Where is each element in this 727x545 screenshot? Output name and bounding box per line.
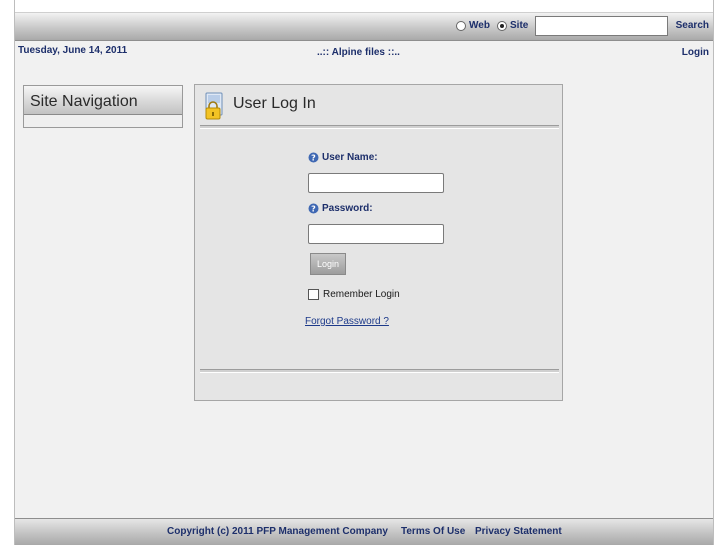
current-date: Tuesday, June 14, 2011 [18,45,128,56]
radio-site[interactable] [497,20,507,31]
login-panel-title: User Log In [233,95,316,112]
login-panel-header: User Log In [195,85,562,123]
top-strip [15,0,713,13]
svg-text:?: ? [311,204,316,213]
help-icon[interactable]: ? [308,203,319,214]
search-scope-web[interactable]: Web [456,20,490,31]
site-navigation-panel: Site Navigation [23,85,183,128]
page-container: Web Site Search Tuesday, June 14, 2011 .… [14,0,714,545]
info-bar: Tuesday, June 14, 2011 ..:: Alpine files… [15,45,713,59]
panel-divider-bottom [200,369,559,373]
top-bar: Web Site Search [15,13,713,41]
remember-login-label: Remember Login [323,289,400,300]
search-link[interactable]: Search [676,20,709,31]
user-name-field[interactable] [308,173,444,193]
search-input[interactable] [535,16,668,36]
forgot-password-link[interactable]: Forgot Password ? [305,316,389,327]
remember-login-checkbox[interactable] [308,289,319,300]
search-scope-site-label: Site [510,20,529,31]
search-scope-web-label: Web [469,20,490,31]
remember-login[interactable]: Remember Login [308,289,400,300]
panel-divider-top [200,125,559,129]
terms-of-use-link[interactable]: Terms Of Use [401,526,465,537]
search-scope-site[interactable]: Site [497,20,528,31]
radio-web[interactable] [456,20,466,31]
user-lock-icon [205,92,223,120]
user-name-label: ? User Name: [308,152,378,163]
user-name-label-text: User Name: [322,152,378,163]
login-button[interactable]: Login [310,253,346,275]
svg-text:?: ? [311,153,316,162]
password-label: ? Password: [308,203,373,214]
site-name: ..:: Alpine files ::.. [317,47,400,58]
user-login-panel: User Log In ? User Name: ? Password: Log… [194,84,563,401]
site-navigation-title: Site Navigation [24,86,182,115]
copyright-text: Copyright (c) 2011 PFP Management Compan… [167,526,388,537]
password-field[interactable] [308,224,444,244]
help-icon[interactable]: ? [308,152,319,163]
login-link[interactable]: Login [682,47,709,58]
privacy-statement-link[interactable]: Privacy Statement [475,526,562,537]
password-label-text: Password: [322,203,373,214]
footer: Copyright (c) 2011 PFP Management Compan… [15,518,713,545]
